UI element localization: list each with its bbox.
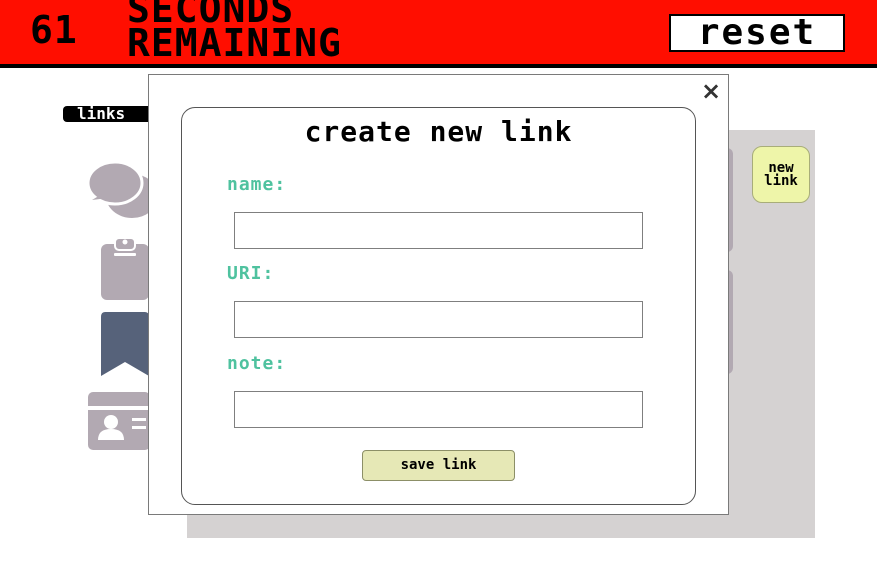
timer-bar: 61 SECONDS REMAINING reset [0,0,877,68]
id-card-icon[interactable] [88,392,150,450]
save-link-button[interactable]: save link [362,450,515,481]
clipboard-icon[interactable] [100,236,150,300]
uri-input[interactable] [234,301,643,338]
name-input[interactable] [234,212,643,249]
reset-button[interactable]: reset [669,14,845,52]
links-tab[interactable]: links [63,106,155,122]
note-input[interactable] [234,391,643,428]
chat-icon[interactable] [88,160,150,220]
form-title: create new link [304,115,573,148]
timer-label: SECONDS REMAINING [127,0,342,65]
uri-label: URI: [227,263,275,284]
name-label: name: [227,174,287,195]
new-link-button[interactable]: new link [752,146,810,203]
note-label: note: [227,353,287,374]
timer-seconds: 61 [30,8,78,52]
bookmark-icon[interactable] [100,312,150,378]
app-page: 61 SECONDS REMAINING reset links new lin… [0,0,877,586]
close-icon[interactable]: × [700,79,722,103]
